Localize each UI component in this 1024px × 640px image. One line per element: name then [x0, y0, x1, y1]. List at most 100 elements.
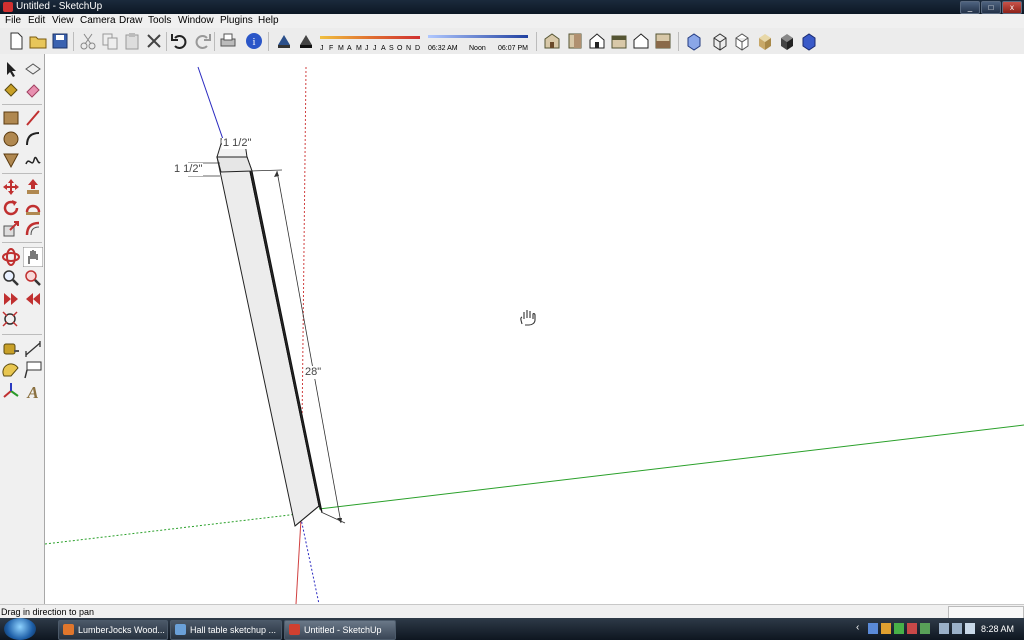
- toolbar-separator: [678, 32, 679, 51]
- shaded-style-icon[interactable]: [755, 31, 775, 51]
- time-end-label: 06:07 PM: [498, 45, 528, 52]
- next-view-icon[interactable]: [23, 289, 43, 309]
- toolbar-separator: [166, 32, 167, 51]
- menu-bar: File Edit View Camera Draw Tools Window …: [0, 14, 1024, 29]
- cut-icon[interactable]: [78, 31, 98, 51]
- print-icon[interactable]: [218, 31, 238, 51]
- select-arrow-icon[interactable]: [1, 59, 21, 79]
- tape-measure-icon[interactable]: [1, 339, 21, 359]
- sketchup-app-icon: [3, 2, 13, 12]
- menu-edit[interactable]: Edit: [28, 14, 45, 28]
- red-axis-line: [295, 518, 302, 604]
- shadow-date-slider[interactable]: J F M A M J J A S O N D: [318, 33, 422, 53]
- new-file-icon[interactable]: [6, 31, 26, 51]
- display-icon[interactable]: [952, 623, 962, 634]
- connection-icon[interactable]: [939, 623, 949, 634]
- zoom-window-icon[interactable]: [23, 268, 43, 288]
- shadow-time-slider[interactable]: 06:32 AM Noon 06:07 PM: [426, 32, 530, 52]
- axes-icon[interactable]: [1, 381, 21, 401]
- erase-delete-icon[interactable]: [144, 31, 164, 51]
- redo-icon[interactable]: [192, 31, 212, 51]
- arc-icon[interactable]: [23, 129, 43, 149]
- menu-plugins[interactable]: Plugins: [220, 14, 253, 28]
- rectangle-icon[interactable]: [1, 108, 21, 128]
- menu-window[interactable]: Window: [178, 14, 214, 28]
- menu-file[interactable]: File: [5, 14, 21, 28]
- textured-style-icon[interactable]: [777, 31, 797, 51]
- shadow-settings-icon[interactable]: [274, 31, 294, 51]
- 3d-text-icon[interactable]: A: [23, 381, 43, 401]
- protractor-icon[interactable]: [1, 360, 21, 380]
- menu-tools[interactable]: Tools: [148, 14, 171, 28]
- xray-style-icon[interactable]: [684, 31, 704, 51]
- freehand-icon[interactable]: [23, 150, 43, 170]
- task-hall-table[interactable]: Hall table sketchup ...: [170, 620, 282, 640]
- image-viewer-icon: [175, 624, 186, 636]
- hidden-line-style-icon[interactable]: [732, 31, 752, 51]
- leg-front-face[interactable]: [216, 156, 320, 527]
- window-title: Untitled - SketchUp: [16, 1, 103, 12]
- network-icon[interactable]: [868, 623, 878, 634]
- menu-draw[interactable]: Draw: [119, 14, 142, 28]
- antivirus-icon[interactable]: [907, 623, 917, 634]
- toolbar-separator: [73, 32, 74, 51]
- status-icon[interactable]: [920, 623, 930, 634]
- scale-icon[interactable]: [1, 219, 21, 239]
- task-lumberjocks[interactable]: LumberJocks Wood...: [58, 620, 168, 640]
- tray-expand-icon[interactable]: ‹: [856, 622, 859, 633]
- menu-view[interactable]: View: [52, 14, 74, 28]
- open-folder-icon[interactable]: [28, 31, 48, 51]
- right-view-icon[interactable]: [609, 31, 629, 51]
- push-pull-icon[interactable]: [23, 177, 43, 197]
- left-view-icon[interactable]: [653, 31, 673, 51]
- dimension-icon[interactable]: [23, 339, 43, 359]
- offset-icon[interactable]: [23, 219, 43, 239]
- undo-icon[interactable]: [170, 31, 190, 51]
- circle-icon[interactable]: [1, 129, 21, 149]
- security-icon[interactable]: [894, 623, 904, 634]
- model-viewport[interactable]: 1 1/2" 1 1/2" 28": [45, 54, 1024, 604]
- title-bar: Untitled - SketchUp _ □ x: [0, 0, 1024, 14]
- wireframe-style-icon[interactable]: [710, 31, 730, 51]
- maximize-button[interactable]: □: [981, 1, 1001, 14]
- toolbar-separator: [536, 32, 537, 51]
- zoom-extents-icon[interactable]: [1, 310, 21, 330]
- tool-palette: A: [0, 54, 45, 604]
- update-icon[interactable]: [881, 623, 891, 634]
- model-info-icon[interactable]: i: [244, 31, 264, 51]
- menu-help[interactable]: Help: [258, 14, 279, 28]
- paint-bucket-icon[interactable]: [1, 80, 21, 100]
- iso-view-icon[interactable]: [542, 31, 562, 51]
- leg-top-edge: [216, 156, 253, 173]
- minimize-button[interactable]: _: [960, 1, 980, 14]
- green-axis-hidden: [45, 513, 299, 545]
- zoom-icon[interactable]: [1, 268, 21, 288]
- line-pencil-icon[interactable]: [23, 108, 43, 128]
- system-clock[interactable]: 8:28 AM: [981, 618, 1014, 640]
- rotate-icon[interactable]: [1, 198, 21, 218]
- monochrome-style-icon[interactable]: [799, 31, 819, 51]
- make-component-icon[interactable]: [23, 59, 43, 79]
- pan-hand-icon[interactable]: [23, 247, 43, 267]
- eraser-icon[interactable]: [23, 80, 43, 100]
- text-label-icon[interactable]: [23, 360, 43, 380]
- display-shadows-icon[interactable]: [296, 31, 316, 51]
- time-noon-label: Noon: [469, 45, 486, 52]
- save-icon[interactable]: [50, 31, 70, 51]
- top-view-icon[interactable]: [565, 31, 585, 51]
- menu-camera[interactable]: Camera: [80, 14, 116, 28]
- month-label: S: [389, 45, 394, 52]
- previous-view-icon[interactable]: [1, 289, 21, 309]
- follow-me-icon[interactable]: [23, 198, 43, 218]
- start-button[interactable]: [4, 618, 36, 640]
- orbit-icon[interactable]: [1, 247, 21, 267]
- polygon-icon[interactable]: [1, 150, 21, 170]
- paste-icon[interactable]: [122, 31, 142, 51]
- move-icon[interactable]: [1, 177, 21, 197]
- task-sketchup[interactable]: Untitled - SketchUp: [284, 620, 396, 640]
- volume-icon[interactable]: [965, 623, 975, 634]
- copy-icon[interactable]: [100, 31, 120, 51]
- front-view-icon[interactable]: [587, 31, 607, 51]
- close-button[interactable]: x: [1002, 1, 1022, 14]
- back-view-icon[interactable]: [631, 31, 651, 51]
